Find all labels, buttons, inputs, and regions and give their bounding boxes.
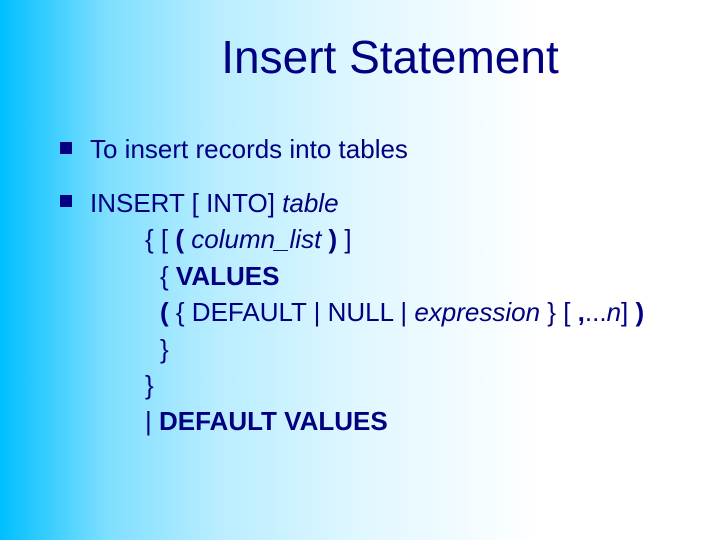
syntax-line-3: { VALUES [90,258,644,294]
slide-title: Insert Statement [100,30,680,84]
text-brace-bracket: } [ [540,297,578,327]
bullet-item-2: INSERT [ INTO] table { [ ( column_list )… [60,185,680,440]
syntax-line-6: } [90,367,644,403]
bullet-icon [60,142,72,154]
syntax-line-1: INSERT [ INTO] table [90,185,644,221]
kw-default-values: DEFAULT VALUES [159,406,388,436]
slide: Insert Statement To insert records into … [0,0,720,540]
arg-table: table [275,188,339,218]
kw-insert-into: INSERT [ INTO] [90,188,275,218]
comma: , [578,297,585,327]
syntax-line-5: } [90,331,644,367]
arg-n: n [607,297,621,327]
syntax-line-2: { [ ( column_list ) ] [90,221,644,257]
bracket-close: ] [344,224,351,254]
text-default-null: { DEFAULT | NULL | [176,297,414,327]
kw-values: VALUES [176,261,280,291]
syntax-line-7: | DEFAULT VALUES [90,403,644,439]
syntax-block: INSERT [ INTO] table { [ ( column_list )… [90,185,644,440]
paren-open: ( [175,224,191,254]
brace-open-inner: { [160,261,176,291]
bullet-item-1: To insert records into tables [60,132,680,167]
paren-close-values: ) [635,297,644,327]
brace-open-outer: { [ [145,224,175,254]
syntax-line-4: ( { DEFAULT | NULL | expression } [ ,...… [90,294,644,330]
arg-expression: expression [414,297,540,327]
paren-close: ) [321,224,344,254]
ellipsis: ... [585,297,607,327]
arg-column-list: column_list [191,224,321,254]
pipe: | [145,406,159,436]
bullet-icon [60,195,72,207]
bracket-close-n: ] [621,297,635,327]
bullet-text-1: To insert records into tables [90,132,408,167]
paren-open-values: ( [160,297,176,327]
